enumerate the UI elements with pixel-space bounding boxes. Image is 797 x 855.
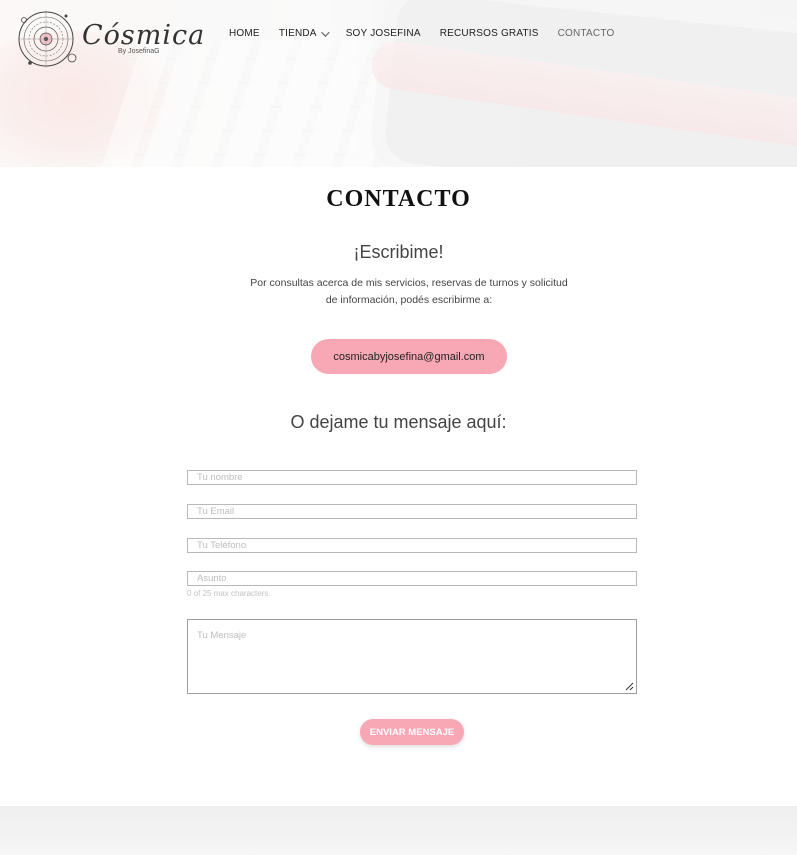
intro-text: Por consultas acerca de mis servicios, r…: [228, 275, 590, 309]
name-field[interactable]: [187, 470, 637, 485]
cosmic-orbit-logo-icon: [18, 10, 77, 68]
message-field[interactable]: [187, 619, 637, 694]
nav-item-label: SOY JOSEFINA: [345, 28, 421, 39]
nav-item-tienda[interactable]: TIENDA: [278, 27, 330, 39]
intro-text-line: de información, podés escribirme a:: [325, 294, 493, 306]
chevron-down-icon: [320, 27, 330, 37]
footer-band: [0, 806, 797, 855]
phone-field[interactable]: [187, 538, 637, 553]
nav-item-label: HOME: [229, 28, 260, 39]
logo-byline: By JosefinaG: [118, 48, 160, 55]
nav-item-label: TIENDA: [278, 28, 317, 39]
nav-item-label: CONTACTO: [557, 28, 615, 39]
section-heading-escribime: ¡Escribime!: [353, 242, 444, 262]
nav-item-soy-josefina[interactable]: SOY JOSEFINA: [346, 28, 421, 39]
send-message-button[interactable]: ENVIAR MENSAJE: [360, 719, 464, 745]
resize-handle-icon[interactable]: [624, 681, 634, 691]
nav-item-contacto[interactable]: CONTACTO: [558, 28, 615, 39]
nav-item-label: RECURSOS GRATIS: [439, 28, 539, 39]
nav-item-home[interactable]: HOME: [229, 28, 260, 39]
email-button[interactable]: cosmicabyjosefina@gmail.com: [311, 339, 507, 374]
page-title: CONTACTO: [326, 186, 471, 212]
subject-character-counter: 0 of 25 max characters.: [187, 589, 271, 598]
intro-text-line: Por consultas acerca de mis servicios, r…: [250, 277, 568, 289]
logo-wordmark: Cósmica: [82, 20, 206, 51]
form-heading: O dejame tu mensaje aquí:: [290, 412, 507, 432]
main-nav: HOME TIENDA SOY JOSEFINA RECURSOS GRATIS…: [229, 27, 633, 39]
nav-item-recursos-gratis[interactable]: RECURSOS GRATIS: [440, 28, 539, 39]
subject-field[interactable]: [187, 571, 637, 586]
site-logo[interactable]: Cósmica By JosefinaG: [16, 8, 204, 74]
email-field[interactable]: [187, 504, 637, 519]
